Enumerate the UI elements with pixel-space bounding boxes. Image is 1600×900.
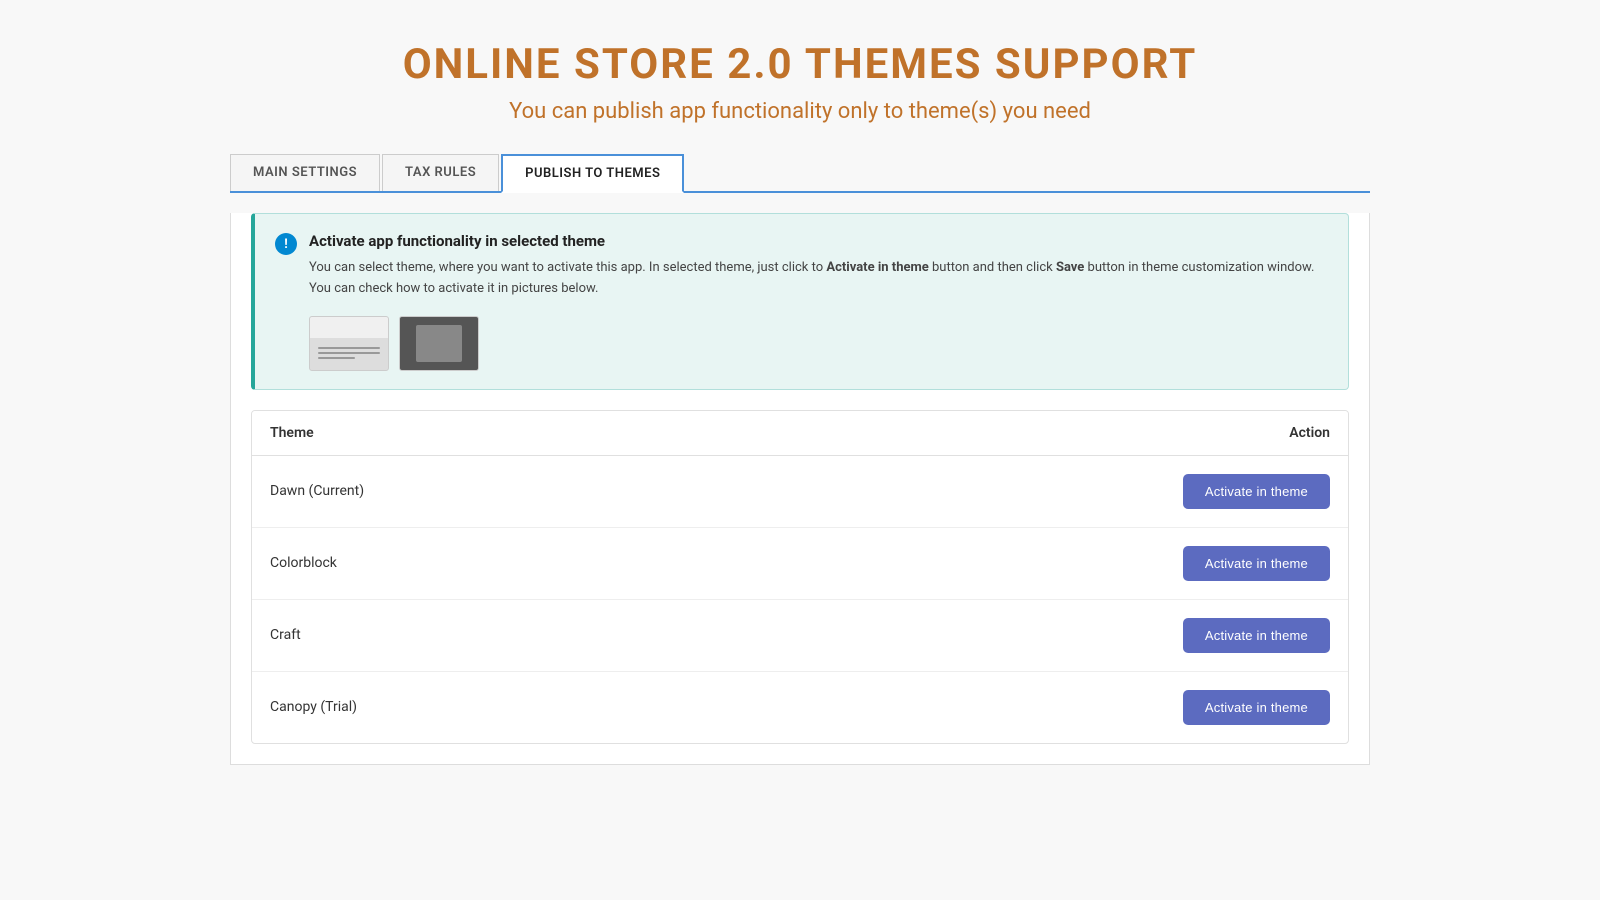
info-box-text: You can select theme, where you want to … bbox=[309, 258, 1314, 300]
info-box: ! Activate app functionality in selected… bbox=[251, 213, 1349, 390]
table-row: Colorblock Activate in theme bbox=[252, 527, 1348, 599]
theme-action-cell: Activate in theme bbox=[707, 599, 1348, 671]
info-text-part2: button and then click bbox=[929, 260, 1056, 275]
tab-tax-rules[interactable]: TAX RULES bbox=[382, 154, 499, 191]
themes-table-body: Dawn (Current)Activate in themeColorbloc… bbox=[252, 455, 1348, 743]
tab-publish-to-themes[interactable]: PUBLISH TO THEMES bbox=[501, 154, 684, 193]
table-row: Dawn (Current) Activate in theme bbox=[252, 455, 1348, 527]
screenshot-inner bbox=[416, 325, 463, 362]
theme-action-cell: Activate in theme bbox=[707, 527, 1348, 599]
info-text-bold1: Activate in theme bbox=[826, 260, 928, 275]
themes-table-container: Theme Action Dawn (Current) Activate in t… bbox=[251, 410, 1349, 744]
theme-name: Craft bbox=[252, 599, 707, 671]
screenshot-line bbox=[318, 357, 355, 359]
activate-theme-button[interactable]: Activate in theme bbox=[1183, 690, 1330, 725]
page-title: ONLINE STORE 2.0 THEMES SUPPORT bbox=[20, 40, 1580, 89]
content-area: ! Activate app functionality in selected… bbox=[230, 213, 1370, 765]
screenshot-line bbox=[318, 347, 380, 349]
page-header: ONLINE STORE 2.0 THEMES SUPPORT You can … bbox=[0, 0, 1600, 154]
themes-table: Theme Action Dawn (Current) Activate in t… bbox=[252, 411, 1348, 743]
table-row: Canopy (Trial) Activate in theme bbox=[252, 671, 1348, 743]
screenshot-thumb-1 bbox=[309, 316, 389, 371]
theme-action-cell: Activate in theme bbox=[707, 671, 1348, 743]
theme-name: Dawn (Current) bbox=[252, 455, 707, 527]
page-subtitle: You can publish app functionality only t… bbox=[20, 99, 1580, 124]
info-box-content: Activate app functionality in selected t… bbox=[309, 232, 1314, 371]
col-theme: Theme bbox=[252, 411, 707, 456]
screenshot-lines bbox=[318, 347, 380, 362]
screenshot-row bbox=[309, 316, 1314, 371]
info-icon: ! bbox=[275, 233, 297, 255]
themes-table-head: Theme Action bbox=[252, 411, 1348, 456]
theme-action-cell: Activate in theme bbox=[707, 455, 1348, 527]
main-container: MAIN SETTINGS TAX RULES PUBLISH TO THEME… bbox=[150, 154, 1450, 765]
tab-bar: MAIN SETTINGS TAX RULES PUBLISH TO THEME… bbox=[230, 154, 1370, 193]
theme-name: Canopy (Trial) bbox=[252, 671, 707, 743]
themes-table-header-row: Theme Action bbox=[252, 411, 1348, 456]
info-box-title: Activate app functionality in selected t… bbox=[309, 232, 1314, 250]
screenshot-thumb-2 bbox=[399, 316, 479, 371]
activate-theme-button[interactable]: Activate in theme bbox=[1183, 618, 1330, 653]
activate-theme-button[interactable]: Activate in theme bbox=[1183, 474, 1330, 509]
info-text-bold2: Save bbox=[1056, 260, 1084, 275]
theme-name: Colorblock bbox=[252, 527, 707, 599]
activate-theme-button[interactable]: Activate in theme bbox=[1183, 546, 1330, 581]
tab-main-settings[interactable]: MAIN SETTINGS bbox=[230, 154, 380, 191]
info-text-line2: You can check how to activate it in pict… bbox=[309, 281, 598, 296]
info-text-part3: button in theme customization window. bbox=[1084, 260, 1314, 275]
screenshot-line bbox=[318, 352, 380, 354]
table-row: Craft Activate in theme bbox=[252, 599, 1348, 671]
info-text-part1: You can select theme, where you want to … bbox=[309, 260, 826, 275]
col-action: Action bbox=[707, 411, 1348, 456]
